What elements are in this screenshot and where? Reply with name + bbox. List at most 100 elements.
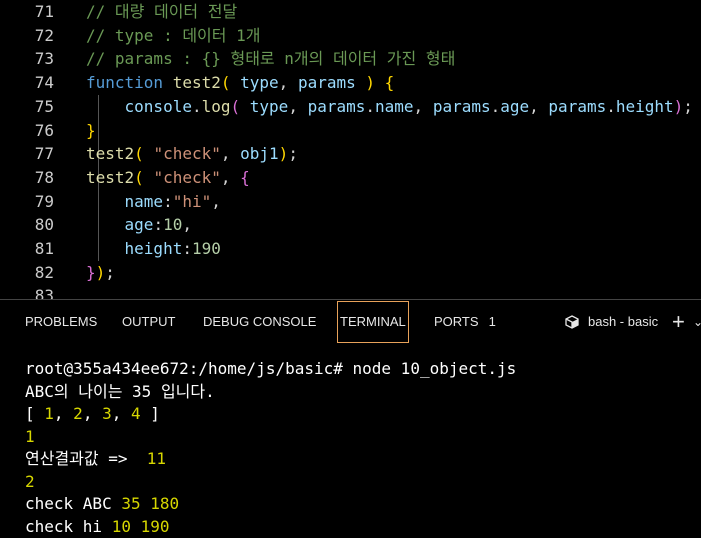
code-token: ) xyxy=(673,96,684,116)
code-line: 79 name:"hi", xyxy=(0,190,701,214)
terminal-text: 2 xyxy=(73,404,83,423)
code-text: height:190 xyxy=(86,237,221,261)
code-line: 75 console.log( type, params.name, param… xyxy=(0,95,701,119)
terminal-text: 11 xyxy=(146,449,167,468)
code-token: ; xyxy=(683,96,693,116)
terminal-text: root@355a434ee672:/home/js/basic# node 1… xyxy=(25,359,517,378)
code-token: ( xyxy=(134,144,154,164)
line-number: 82 xyxy=(34,262,54,282)
code-line: 80 age:10, xyxy=(0,213,701,237)
code-token: function xyxy=(86,73,173,93)
line-number: 72 xyxy=(34,25,54,45)
terminal-text: 연산결과값 => xyxy=(25,449,147,468)
code-token: height xyxy=(615,96,674,116)
terminal-line: root@355a434ee672:/home/js/basic# node 1… xyxy=(25,358,516,380)
code-text: console.log( type, params.name, params.a… xyxy=(86,95,693,119)
code-token: age xyxy=(500,96,530,116)
code-text: test2( "check", { xyxy=(86,166,250,190)
terminal-text: , xyxy=(53,404,74,423)
tab-terminal[interactable]: TERMINAL xyxy=(337,301,409,343)
code-token: name xyxy=(124,191,164,211)
code-token: height xyxy=(124,239,183,258)
code-token: , xyxy=(182,215,192,235)
code-line: 73 // params : {} 형태로 n개의 데이터 가진 형태 xyxy=(0,47,701,71)
code-token: ( xyxy=(230,96,250,116)
terminal-text: ABC의 나이는 35 입니다. xyxy=(25,381,215,401)
code-token: : xyxy=(153,215,164,235)
code-text: } xyxy=(86,119,96,143)
code-line: 76} xyxy=(0,119,701,143)
code-token: name xyxy=(375,96,414,116)
line-number: 74 xyxy=(34,73,54,93)
code-token: ; xyxy=(105,262,115,282)
code-token: 10 xyxy=(163,215,183,235)
tab-output[interactable]: OUTPUT xyxy=(122,300,175,344)
plus-icon[interactable]: + xyxy=(672,300,685,344)
code-token: ) xyxy=(95,262,106,282)
tab-ports[interactable]: PORTS 1 xyxy=(434,300,496,344)
terminal-line: check hi 10 190 xyxy=(25,516,170,538)
code-text: age:10, xyxy=(86,213,192,237)
terminal-text: 35 xyxy=(121,494,141,513)
line-number: 76 xyxy=(34,120,54,140)
terminal-output[interactable]: root@355a434ee672:/home/js/basic# node 1… xyxy=(0,344,701,538)
chevron-down-icon[interactable]: ⌄ xyxy=(693,300,701,344)
code-token: , xyxy=(211,191,221,211)
line-number: 80 xyxy=(34,215,54,235)
tab-label: DEBUG CONSOLE xyxy=(203,314,317,329)
code-token: // params : {} 형태로 n개의 데이터 가진 형태 xyxy=(86,49,456,69)
terminal-text: ] xyxy=(140,404,160,423)
code-token: test2 xyxy=(86,144,135,164)
code-line: 78 test2( "check", { xyxy=(0,166,701,190)
ports-count-badge: 1 xyxy=(488,314,496,329)
terminal-text: 190 xyxy=(140,516,170,536)
code-token: , xyxy=(278,73,298,93)
code-token: , xyxy=(220,167,241,187)
terminal-line: [ 1, 2, 3, 4 ] xyxy=(25,403,160,425)
code-token: params xyxy=(432,96,491,116)
code-token: test2 xyxy=(172,73,221,93)
tab-label: PROBLEMS xyxy=(25,314,98,329)
cube-icon xyxy=(565,315,579,329)
terminal-text: 1 xyxy=(44,404,54,423)
code-token: test2 xyxy=(86,167,135,187)
terminal-text: [ xyxy=(25,404,45,423)
terminal-text: 1 xyxy=(25,426,35,446)
tab-label: PORTS xyxy=(434,314,479,329)
code-token: "hi" xyxy=(172,191,212,211)
terminal-text: , xyxy=(111,404,131,423)
code-token: } xyxy=(86,120,96,140)
terminal-text: 4 xyxy=(130,404,141,423)
code-token: obj1 xyxy=(240,144,279,164)
code-token: "check" xyxy=(153,144,221,164)
terminal-line: 1 xyxy=(25,426,35,448)
code-text: // params : {} 형태로 n개의 데이터 가진 형태 xyxy=(86,47,455,71)
code-text: name:"hi", xyxy=(86,190,221,214)
terminal-text: 10 xyxy=(111,516,131,536)
code-token: type xyxy=(240,73,279,93)
code-token: . xyxy=(606,96,616,116)
code-editor[interactable]: 71 // 대량 데이터 전달 72 // type : 데이터 1개 73 // par… xyxy=(0,0,701,299)
tab-debug-console[interactable]: DEBUG CONSOLE xyxy=(203,300,316,344)
terminal-instance-label[interactable]: bash - basic xyxy=(588,300,658,344)
code-line: 81 height:190 xyxy=(0,237,701,261)
panel-tab-bar: PROBLEMS OUTPUT DEBUG CONSOLE TERMINAL P… xyxy=(0,300,701,344)
code-token: 190 xyxy=(191,239,221,258)
code-line: 77 test2( "check", obj1); xyxy=(0,142,701,166)
code-line: 74 function test2( type, params ) { xyxy=(0,71,701,95)
line-number: 75 xyxy=(34,96,54,116)
code-text: }); xyxy=(86,261,115,285)
code-token: : xyxy=(182,239,192,258)
terminal-text: check hi xyxy=(25,516,112,536)
code-token: params xyxy=(297,73,356,93)
code-token: : xyxy=(163,191,173,211)
terminal-text: check ABC xyxy=(25,494,122,513)
code-token: "check" xyxy=(153,167,221,187)
code-line: 72 // type : 데이터 1개 xyxy=(0,24,701,48)
tab-problems[interactable]: PROBLEMS xyxy=(25,300,97,344)
